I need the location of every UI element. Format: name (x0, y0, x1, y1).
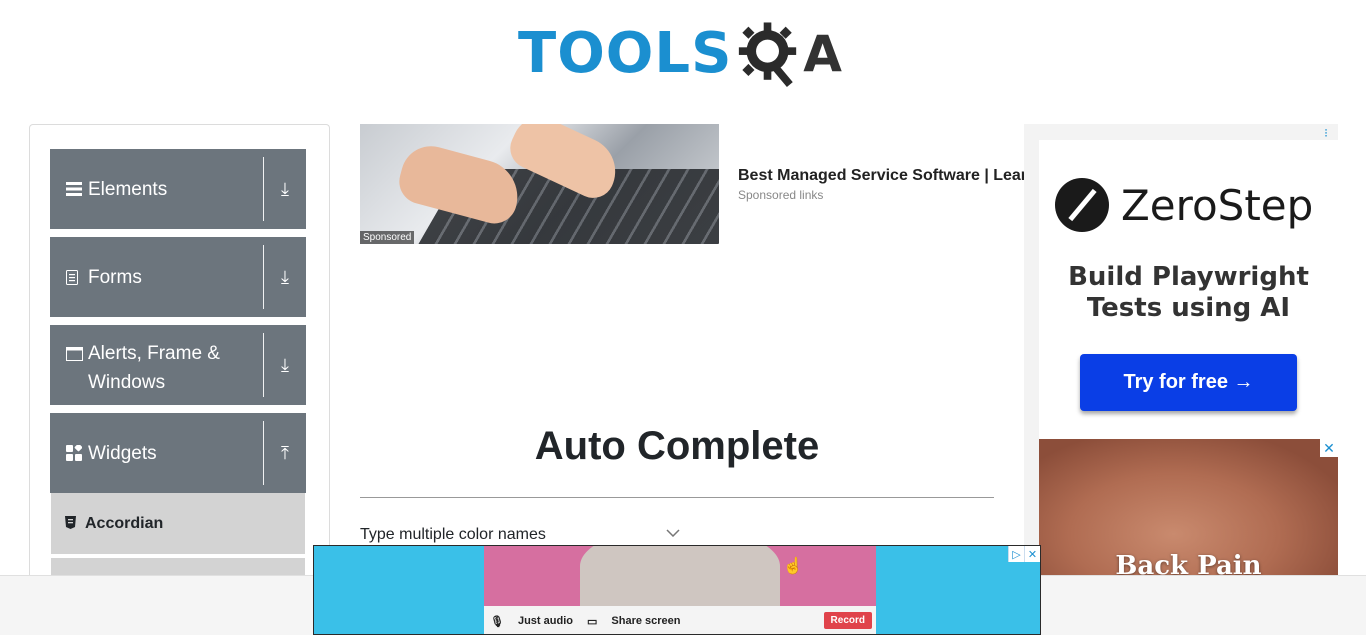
sponsored-ad[interactable]: Sponsored Best Managed Service Software … (360, 124, 1030, 244)
ad-image-recording[interactable]: 🎙 Just audio ▭ Share screen Record ☝ (484, 546, 876, 634)
toolsqa-logo[interactable]: TOOLS A (518, 14, 842, 94)
group-forms[interactable]: Forms ⤓ (50, 237, 306, 317)
try-for-free-button[interactable]: Try for free → (1080, 354, 1297, 411)
back-pain-ad[interactable]: ✕ Back Pain (1039, 439, 1338, 575)
page-title: Auto Complete (534, 424, 820, 468)
ad-subtitle: Sponsored links (738, 188, 824, 202)
group-alerts-frame-windows[interactable]: Alerts, Frame & Windows ⤓ (50, 325, 306, 405)
right-ad-panel[interactable]: ⁝ ZeroStep Build Playwright Tests using … (1024, 124, 1338, 575)
logo-text-a: A (803, 25, 842, 83)
gear-magnifier-icon (739, 22, 797, 87)
divider (263, 157, 264, 221)
download-arrow-icon[interactable]: ⤓ (264, 325, 306, 405)
group-elements[interactable]: Elements ⤓ (50, 149, 306, 229)
multi-color-label: Type multiple color names (360, 526, 546, 543)
title-divider (360, 497, 994, 498)
back-pain-caption: Back Pain (1115, 551, 1262, 575)
logo-text-tools: TOOLS (518, 21, 733, 86)
bottom-banner-ad[interactable]: 🎙 Just audio ▭ Share screen Record ☝ ▷ ✕ (313, 545, 1041, 635)
sidebar-item-label: Accordian (85, 514, 164, 532)
ad-title-link[interactable]: Best Managed Service Software | Learn Mo… (738, 167, 1030, 185)
ad-controls: ▷ ✕ (1008, 546, 1040, 562)
download-arrow-icon[interactable]: ⤓ (264, 237, 306, 317)
group-label: Forms (88, 266, 142, 288)
microphone-icon: 🎙 (490, 615, 504, 628)
group-widgets[interactable]: Widgets ⤒ (50, 413, 306, 493)
html5-icon (65, 515, 85, 532)
zerostep-logo: ZeroStep (1055, 178, 1313, 232)
document-icon (66, 263, 88, 292)
recorder-toolbar: 🎙 Just audio ▭ Share screen Record (484, 606, 876, 634)
share-screen-label: Share screen (611, 615, 681, 627)
group-header[interactable]: Alerts, Frame & Windows (50, 325, 263, 405)
widgets-icon (66, 439, 88, 468)
menu-icon (66, 175, 88, 204)
zerostep-mark-icon (1055, 178, 1109, 232)
left-panel: Elements ⤓ Forms ⤓ Alerts, Frame & Windo… (29, 124, 330, 594)
window-icon (66, 339, 88, 368)
group-label: Widgets (88, 442, 157, 464)
sidebar-item-accordian[interactable]: Accordian (51, 493, 305, 555)
ad-image-laptop-typing[interactable]: Sponsored (360, 124, 719, 244)
zerostep-brand: ZeroStep (1121, 180, 1314, 230)
download-arrow-icon[interactable]: ⤓ (264, 149, 306, 229)
record-button[interactable]: Record (823, 612, 872, 629)
close-icon[interactable]: ✕ (1024, 546, 1040, 562)
zerostep-tagline: Build Playwright Tests using AI (1068, 262, 1309, 323)
ad-choices-icon[interactable]: ▷ (1008, 546, 1024, 562)
monitor-icon: ▭ (586, 615, 598, 628)
group-label: Elements (88, 178, 168, 200)
sponsored-tag: Sponsored (360, 231, 415, 244)
just-audio-label: Just audio (517, 615, 573, 627)
divider (263, 245, 264, 309)
ad-info-icon[interactable]: ⁝ (1324, 126, 1328, 140)
zerostep-ad[interactable]: ZeroStep Build Playwright Tests using AI… (1039, 140, 1338, 439)
divider (263, 333, 264, 397)
group-label: Alerts, Frame & Windows (88, 343, 220, 393)
group-header[interactable]: Forms (50, 237, 263, 317)
page: TOOLS A Elements ⤓ Forms ⤓ Alerts, Frame… (0, 0, 1366, 635)
hand-graphic (394, 139, 526, 229)
chevron-down-icon[interactable] (666, 524, 680, 540)
pointer-cursor-icon: ☝ (783, 558, 803, 575)
person-graphic (580, 546, 780, 606)
divider (263, 421, 264, 485)
close-icon[interactable]: ✕ (1320, 439, 1338, 457)
group-header[interactable]: Widgets (50, 413, 263, 493)
upload-arrow-icon[interactable]: ⤒ (264, 413, 306, 493)
group-header[interactable]: Elements (50, 149, 263, 229)
